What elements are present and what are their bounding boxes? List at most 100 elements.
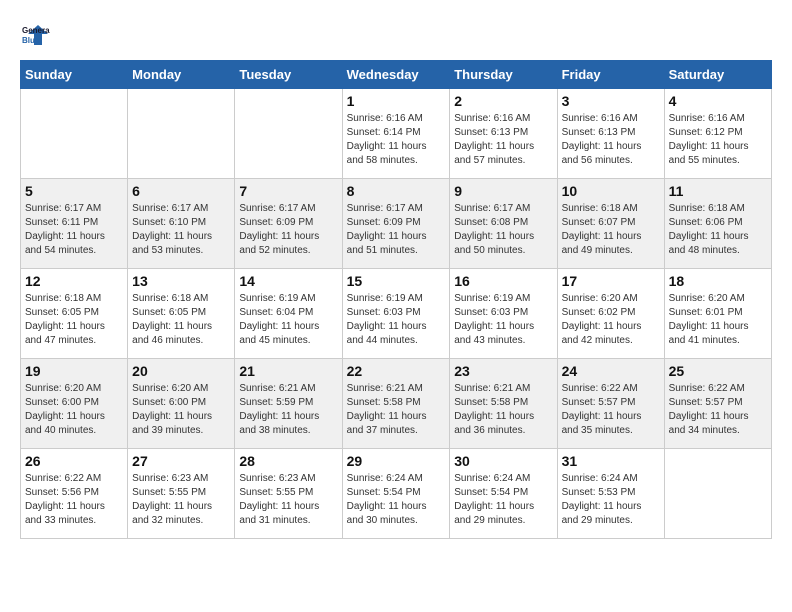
day-info: Sunrise: 6:24 AM Sunset: 5:54 PM Dayligh…: [347, 472, 446, 528]
calendar-table: SundayMondayTuesdayWednesdayThursdayFrid…: [20, 60, 772, 539]
day-info: Sunrise: 6:23 AM Sunset: 5:55 PM Dayligh…: [239, 472, 337, 528]
calendar-cell: 17 Sunrise: 6:20 AM Sunset: 6:02 PM Dayli…: [557, 269, 664, 359]
day-number: 17: [562, 273, 660, 289]
day-info: Sunrise: 6:17 AM Sunset: 6:11 PM Dayligh…: [25, 202, 123, 258]
day-number: 20: [132, 363, 230, 379]
day-info: Sunrise: 6:22 AM Sunset: 5:57 PM Dayligh…: [562, 382, 660, 438]
calendar-cell: 19 Sunrise: 6:20 AM Sunset: 6:00 PM Dayli…: [21, 359, 128, 449]
day-info: Sunrise: 6:16 AM Sunset: 6:12 PM Dayligh…: [669, 112, 767, 168]
svg-text:Blue: Blue: [22, 36, 40, 45]
day-number: 8: [347, 183, 446, 199]
weekday-header-thursday: Thursday: [450, 61, 557, 89]
day-number: 3: [562, 93, 660, 109]
day-number: 19: [25, 363, 123, 379]
logo: General Blue: [20, 20, 54, 50]
calendar-cell: 8 Sunrise: 6:17 AM Sunset: 6:09 PM Daylig…: [342, 179, 450, 269]
calendar-cell: 10 Sunrise: 6:18 AM Sunset: 6:07 PM Dayli…: [557, 179, 664, 269]
day-number: 24: [562, 363, 660, 379]
day-info: Sunrise: 6:16 AM Sunset: 6:14 PM Dayligh…: [347, 112, 446, 168]
day-number: 1: [347, 93, 446, 109]
weekday-header-sunday: Sunday: [21, 61, 128, 89]
day-info: Sunrise: 6:16 AM Sunset: 6:13 PM Dayligh…: [454, 112, 552, 168]
day-info: Sunrise: 6:20 AM Sunset: 6:01 PM Dayligh…: [669, 292, 767, 348]
calendar-cell: 11Sunrise: 6:18 AM Sunset: 6:06 PM Dayli…: [664, 179, 771, 269]
calendar-cell: 15 Sunrise: 6:19 AM Sunset: 6:03 PM Dayli…: [342, 269, 450, 359]
calendar-cell: 9Sunrise: 6:17 AM Sunset: 6:08 PM Daylig…: [450, 179, 557, 269]
day-info: Sunrise: 6:20 AM Sunset: 6:00 PM Dayligh…: [25, 382, 123, 438]
calendar-cell: 13Sunrise: 6:18 AM Sunset: 6:05 PM Dayli…: [128, 269, 235, 359]
day-number: 25: [669, 363, 767, 379]
calendar-cell: 18 Sunrise: 6:20 AM Sunset: 6:01 PM Dayli…: [664, 269, 771, 359]
calendar-cell: 23 Sunrise: 6:21 AM Sunset: 5:58 PM Dayli…: [450, 359, 557, 449]
day-number: 21: [239, 363, 337, 379]
calendar-cell: 2Sunrise: 6:16 AM Sunset: 6:13 PM Daylig…: [450, 89, 557, 179]
day-number: 26: [25, 453, 123, 469]
day-number: 27: [132, 453, 230, 469]
calendar-cell: [664, 449, 771, 539]
day-info: Sunrise: 6:22 AM Sunset: 5:57 PM Dayligh…: [669, 382, 767, 438]
calendar-cell: 14 Sunrise: 6:19 AM Sunset: 6:04 PM Dayli…: [235, 269, 342, 359]
calendar-cell: 4 Sunrise: 6:16 AM Sunset: 6:12 PM Daylig…: [664, 89, 771, 179]
day-number: 5: [25, 183, 123, 199]
calendar-cell: 7 Sunrise: 6:17 AM Sunset: 6:09 PM Daylig…: [235, 179, 342, 269]
calendar-cell: 16Sunrise: 6:19 AM Sunset: 6:03 PM Dayli…: [450, 269, 557, 359]
day-info: Sunrise: 6:24 AM Sunset: 5:54 PM Dayligh…: [454, 472, 552, 528]
day-number: 6: [132, 183, 230, 199]
day-info: Sunrise: 6:17 AM Sunset: 6:10 PM Dayligh…: [132, 202, 230, 258]
calendar-cell: 27 Sunrise: 6:23 AM Sunset: 5:55 PM Dayli…: [128, 449, 235, 539]
calendar-cell: 21 Sunrise: 6:21 AM Sunset: 5:59 PM Dayli…: [235, 359, 342, 449]
calendar-cell: 31 Sunrise: 6:24 AM Sunset: 5:53 PM Dayli…: [557, 449, 664, 539]
day-info: Sunrise: 6:18 AM Sunset: 6:07 PM Dayligh…: [562, 202, 660, 258]
day-info: Sunrise: 6:21 AM Sunset: 5:58 PM Dayligh…: [454, 382, 552, 438]
calendar-week-row: 1 Sunrise: 6:16 AM Sunset: 6:14 PM Daylig…: [21, 89, 772, 179]
day-number: 23: [454, 363, 552, 379]
weekday-header-wednesday: Wednesday: [342, 61, 450, 89]
calendar-cell: [21, 89, 128, 179]
calendar-cell: 28 Sunrise: 6:23 AM Sunset: 5:55 PM Dayli…: [235, 449, 342, 539]
day-info: Sunrise: 6:21 AM Sunset: 5:58 PM Dayligh…: [347, 382, 446, 438]
day-number: 30: [454, 453, 552, 469]
day-number: 11: [669, 183, 767, 199]
calendar-cell: 30 Sunrise: 6:24 AM Sunset: 5:54 PM Dayli…: [450, 449, 557, 539]
weekday-header-monday: Monday: [128, 61, 235, 89]
day-number: 31: [562, 453, 660, 469]
calendar-cell: [235, 89, 342, 179]
calendar-cell: 26 Sunrise: 6:22 AM Sunset: 5:56 PM Dayli…: [21, 449, 128, 539]
day-info: Sunrise: 6:17 AM Sunset: 6:09 PM Dayligh…: [347, 202, 446, 258]
day-info: Sunrise: 6:20 AM Sunset: 6:00 PM Dayligh…: [132, 382, 230, 438]
day-number: 16: [454, 273, 552, 289]
calendar-cell: 3Sunrise: 6:16 AM Sunset: 6:13 PM Daylig…: [557, 89, 664, 179]
day-number: 28: [239, 453, 337, 469]
calendar-cell: 20 Sunrise: 6:20 AM Sunset: 6:00 PM Dayli…: [128, 359, 235, 449]
calendar-week-row: 12Sunrise: 6:18 AM Sunset: 6:05 PM Dayli…: [21, 269, 772, 359]
day-info: Sunrise: 6:20 AM Sunset: 6:02 PM Dayligh…: [562, 292, 660, 348]
calendar-cell: 12Sunrise: 6:18 AM Sunset: 6:05 PM Dayli…: [21, 269, 128, 359]
day-info: Sunrise: 6:19 AM Sunset: 6:04 PM Dayligh…: [239, 292, 337, 348]
day-number: 18: [669, 273, 767, 289]
day-number: 4: [669, 93, 767, 109]
weekday-header-tuesday: Tuesday: [235, 61, 342, 89]
calendar-week-row: 5 Sunrise: 6:17 AM Sunset: 6:11 PM Daylig…: [21, 179, 772, 269]
calendar-week-row: 19 Sunrise: 6:20 AM Sunset: 6:00 PM Dayli…: [21, 359, 772, 449]
day-number: 14: [239, 273, 337, 289]
weekday-header-friday: Friday: [557, 61, 664, 89]
day-number: 13: [132, 273, 230, 289]
day-info: Sunrise: 6:17 AM Sunset: 6:09 PM Dayligh…: [239, 202, 337, 258]
day-info: Sunrise: 6:23 AM Sunset: 5:55 PM Dayligh…: [132, 472, 230, 528]
calendar-cell: 24 Sunrise: 6:22 AM Sunset: 5:57 PM Dayli…: [557, 359, 664, 449]
calendar-cell: 22Sunrise: 6:21 AM Sunset: 5:58 PM Dayli…: [342, 359, 450, 449]
day-number: 10: [562, 183, 660, 199]
weekday-header-saturday: Saturday: [664, 61, 771, 89]
day-info: Sunrise: 6:24 AM Sunset: 5:53 PM Dayligh…: [562, 472, 660, 528]
day-info: Sunrise: 6:21 AM Sunset: 5:59 PM Dayligh…: [239, 382, 337, 438]
day-number: 9: [454, 183, 552, 199]
day-number: 7: [239, 183, 337, 199]
calendar-cell: 6 Sunrise: 6:17 AM Sunset: 6:10 PM Daylig…: [128, 179, 235, 269]
day-number: 15: [347, 273, 446, 289]
day-info: Sunrise: 6:22 AM Sunset: 5:56 PM Dayligh…: [25, 472, 123, 528]
day-number: 12: [25, 273, 123, 289]
calendar-cell: 1 Sunrise: 6:16 AM Sunset: 6:14 PM Daylig…: [342, 89, 450, 179]
day-info: Sunrise: 6:19 AM Sunset: 6:03 PM Dayligh…: [347, 292, 446, 348]
calendar-cell: [128, 89, 235, 179]
svg-text:General: General: [22, 26, 50, 35]
